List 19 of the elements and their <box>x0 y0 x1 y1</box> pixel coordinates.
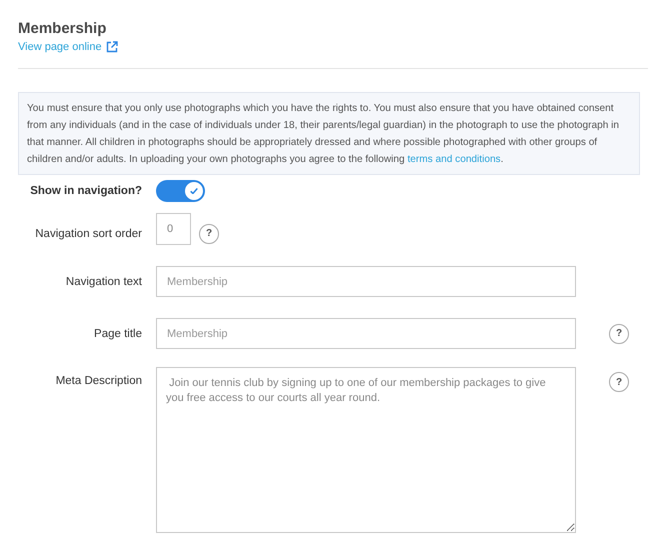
notice-text: You must ensure that you only use photographs which you have the rights to. You must also ensure that you have obtained consent from any individuals (and in the case of individuals under 18, their parents/legal guardian) in the photograph to use the photograph in that manner. All children in photographs should be appropriately dressed and where possible photographed with other groups of children and/or adults. In uploading your own photographs you agree to the following terms and conditions. <box>18 92 640 175</box>
text-field[interactable]: Membership <box>156 266 576 297</box>
check-icon <box>190 188 198 194</box>
field-label: Navigation sort order <box>34 228 142 240</box>
description-field[interactable]: Join our tennis club by signing up to one of our membership packages to give you free access to our courts all year round. <box>156 367 576 533</box>
help-button[interactable]: ? <box>199 224 219 244</box>
text-field[interactable]: Membership <box>156 318 576 349</box>
field-label: Navigation text <box>64 276 142 288</box>
field-label: Meta Description <box>54 375 142 387</box>
help-button[interactable]: ? <box>609 324 629 344</box>
help-button[interactable]: ? <box>609 372 629 392</box>
toggle-switch[interactable] <box>156 180 205 202</box>
field-label: Page title <box>93 328 142 340</box>
page-title: Membership <box>18 20 108 37</box>
external-link-icon <box>106 41 118 53</box>
view-online-link[interactable]: View page online <box>18 41 118 53</box>
terms-link[interactable]: terms and conditions <box>407 154 501 165</box>
field-label: Show in navigation? <box>29 185 142 197</box>
number-field[interactable]: 0 <box>156 213 191 245</box>
